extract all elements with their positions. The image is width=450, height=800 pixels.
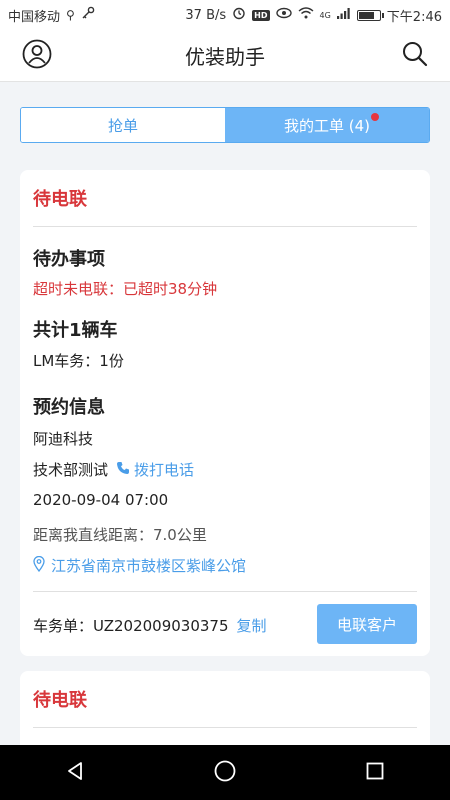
segmented-tabs: 抢单 我的工单 (4) [20, 107, 430, 143]
app-bar: 优装助手 [0, 30, 450, 82]
usb-icon: ⚲ [66, 8, 75, 22]
recents-icon [366, 762, 384, 784]
call-button[interactable]: 拨打电话 [116, 459, 194, 480]
wifi-icon [298, 7, 314, 23]
back-icon [65, 761, 85, 785]
back-button[interactable] [45, 745, 105, 800]
todo-title: 待办事项 [33, 249, 105, 270]
battery-level-fill [358, 11, 375, 19]
copy-button[interactable]: 复制 [237, 615, 267, 636]
profile-button[interactable] [17, 36, 57, 76]
call-label: 拨打电话 [134, 461, 195, 479]
order-status: 待电联 [33, 671, 417, 728]
carrier-label: 中国移动 [8, 9, 61, 25]
battery-icon [356, 9, 384, 21]
tab-label: 抢单 [107, 116, 138, 135]
hd-badge: HD [252, 9, 270, 21]
system-nav-bar [0, 745, 450, 800]
key-icon [81, 6, 95, 24]
alarm-icon [232, 6, 246, 24]
contact-name: 技术部测试 [33, 461, 109, 479]
network-speed: 37 B/s [185, 7, 227, 23]
clock: 下午2:46 [386, 9, 442, 25]
appointment-title: 预约信息 [33, 397, 105, 418]
appointment-datetime: 2020-09-04 07:00 [33, 491, 169, 509]
tab-label: 我的工单 (4) [283, 116, 371, 135]
phone-icon [116, 460, 130, 479]
status-bar: 中国移动 ⚲ 37 B/s HD 4G 下午2:46 [0, 0, 450, 30]
status-bar-left: 中国移动 ⚲ [8, 6, 95, 25]
home-icon [214, 760, 236, 786]
timeout-text: 超时未电联：已超时38分钟 [33, 280, 218, 298]
order-number-row: 车务单：UZ202009030375 复制 [33, 615, 267, 636]
status-bar-right: 37 B/s HD 4G 下午2:46 [185, 6, 442, 25]
address-text: 江苏省南京市鼓楼区紫峰公馆 [51, 557, 247, 575]
tab-grab-order[interactable]: 抢单 [21, 108, 225, 142]
search-button[interactable] [395, 36, 435, 76]
signal-icon [336, 7, 351, 23]
address-link[interactable]: 江苏省南京市鼓楼区紫峰公馆 [33, 555, 246, 576]
home-button[interactable] [195, 745, 255, 800]
service-line: LM车务：1份 [33, 352, 124, 370]
company-name: 阿迪科技 [33, 430, 94, 448]
distance-text: 距离我直线距离：7.0公里 [33, 526, 207, 544]
order-status: 待电联 [33, 170, 417, 227]
eye-icon [275, 7, 292, 23]
recents-button[interactable] [345, 745, 405, 800]
order-number: 车务单：UZ202009030375 [33, 617, 229, 635]
car-count-title: 共计1辆车 [33, 320, 118, 341]
tab-my-orders[interactable]: 我的工单 (4) [225, 108, 429, 142]
location-pin-icon [33, 555, 45, 576]
network-type: 4G [319, 10, 331, 20]
profile-icon [22, 39, 52, 73]
divider [33, 591, 417, 592]
contact-customer-button[interactable]: 电联客户 [317, 604, 417, 644]
order-card: 待电联 待办事项 超时未电联：已超时38分钟 共计1辆车 LM车务：1份 预约信… [20, 170, 430, 656]
contact-row: 技术部测试 拨打电话 [33, 459, 194, 480]
page-title: 优装助手 [185, 45, 265, 69]
notification-dot [371, 113, 379, 121]
search-icon [401, 40, 429, 72]
